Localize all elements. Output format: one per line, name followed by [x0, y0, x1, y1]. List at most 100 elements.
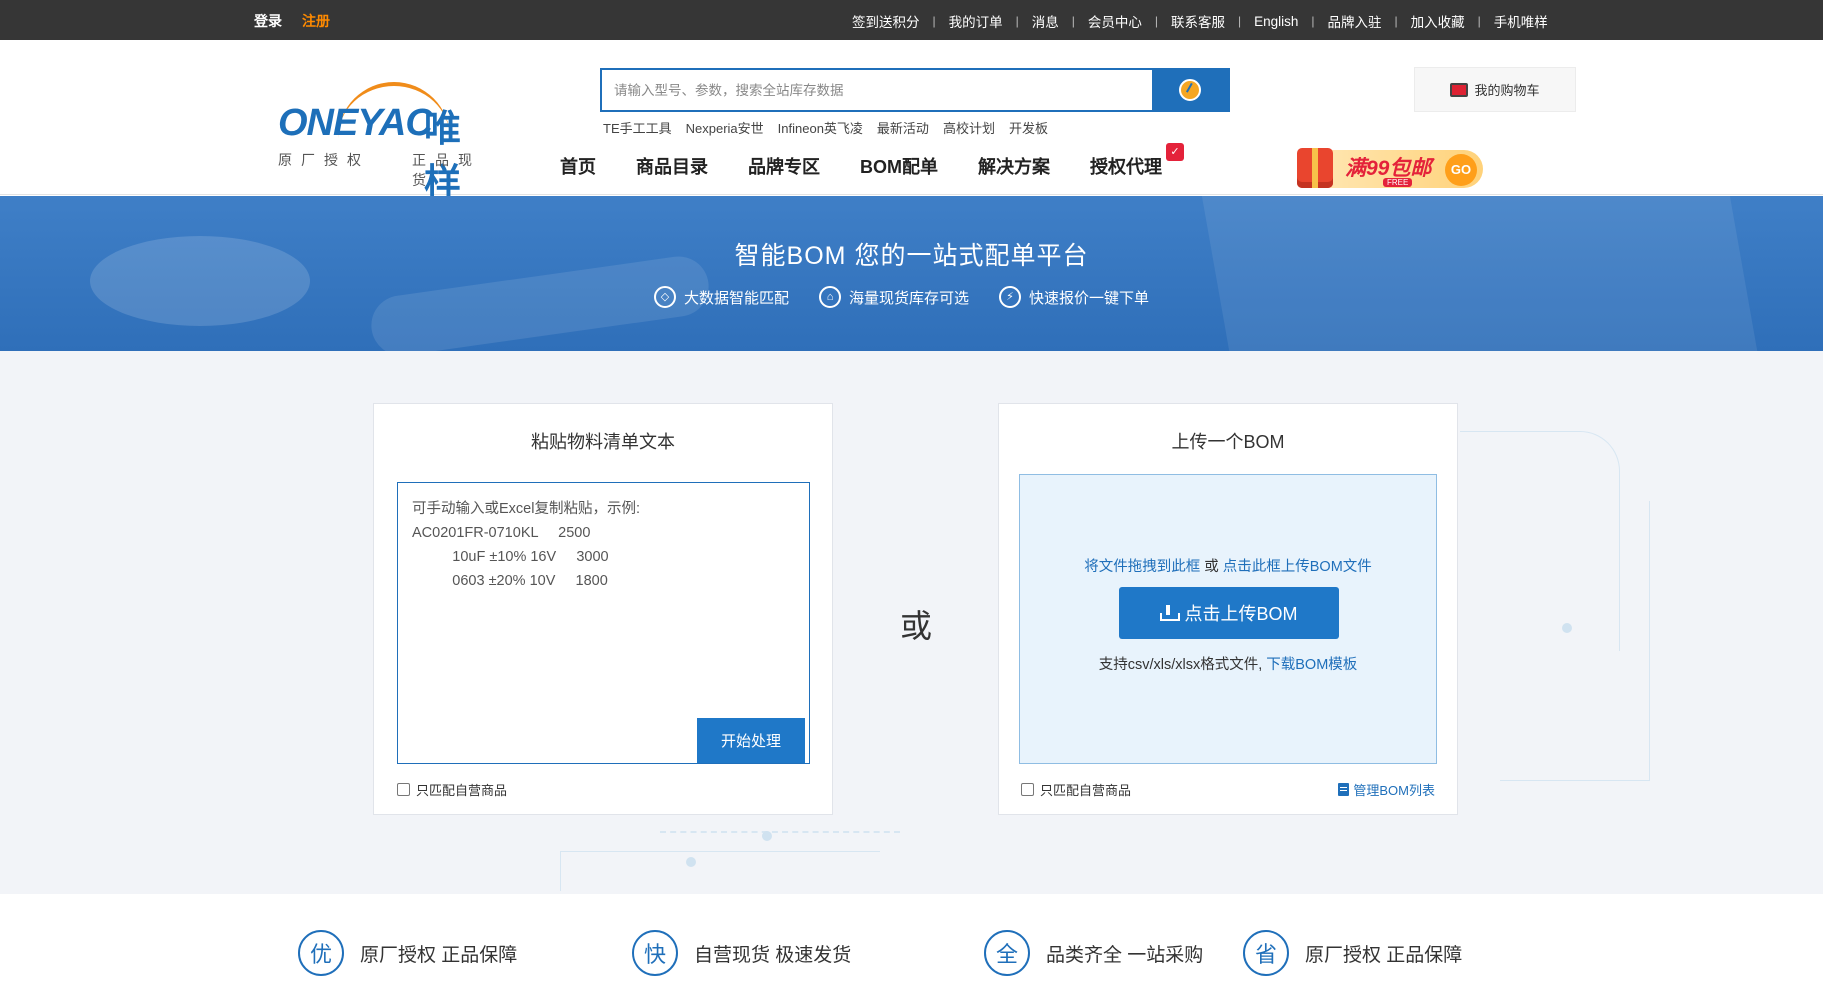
guarantee-item: 全 品类齐全 一站采购	[984, 930, 1203, 976]
hot-word[interactable]: 高校计划	[943, 118, 995, 137]
fast-icon: 快	[632, 930, 678, 976]
separator: |	[1071, 14, 1075, 28]
bom-dropzone[interactable]: 将文件拖拽到此框 或 点击此框上传BOM文件 点击上传BOM 支持csv/xls…	[1019, 474, 1437, 764]
slogan-right: 正品现货	[412, 152, 481, 188]
top-links: 签到送积分 | 我的订单 | 消息 | 会员中心 | 联系客服 | Englis…	[852, 11, 1548, 31]
checkin-link[interactable]: 签到送积分	[852, 11, 920, 31]
nav-authorized-agent-label: 授权代理	[1090, 157, 1162, 177]
manage-bom-link[interactable]: 管理BOM列表	[1338, 780, 1435, 799]
or-text: 或	[1200, 559, 1223, 575]
format-hint: 支持csv/xls/xlsx格式文件, 下载BOM模板	[1020, 653, 1436, 674]
self-operated-checkbox[interactable]: 只匹配自营商品	[397, 780, 507, 799]
add-favorite-link[interactable]: 加入收藏	[1411, 11, 1465, 31]
gift-icon	[1297, 148, 1333, 188]
hot-word[interactable]: Nexperia安世	[686, 118, 764, 137]
separator: |	[1394, 14, 1398, 28]
click-upload-link[interactable]: 点击此框上传BOM文件	[1223, 559, 1372, 575]
checkbox-label: 只匹配自营商品	[1040, 783, 1132, 798]
checkbox-label: 只匹配自营商品	[416, 783, 508, 798]
register-link[interactable]: 注册	[302, 11, 330, 31]
complete-icon: 全	[984, 930, 1030, 976]
separator: |	[1311, 14, 1315, 28]
hero-banner: 智能BOM 您的一站式配单平台 ◇ 大数据智能匹配 ⌂ 海量现货库存可选 ⚡ 快…	[0, 196, 1823, 351]
hot-words: TE手工工具 Nexperia安世 Infineon英飞凌 最新活动 高校计划 …	[603, 118, 1048, 137]
guarantee-label: 原厂授权 正品保障	[360, 944, 518, 966]
slogan-left: 原厂授权	[278, 152, 370, 168]
upload-bom-panel: 上传一个BOM 将文件拖拽到此框 或 点击此框上传BOM文件 点击上传BOM 支…	[998, 403, 1458, 815]
nav-catalog[interactable]: 商品目录	[636, 153, 708, 179]
separator: |	[1015, 14, 1019, 28]
cart-icon	[1450, 82, 1469, 97]
my-orders-link[interactable]: 我的订单	[949, 11, 1003, 31]
nav-brands[interactable]: 品牌专区	[748, 153, 820, 179]
paste-panel-title: 粘贴物料清单文本	[531, 432, 675, 452]
top-bar: 登录 注册 签到送积分 | 我的订单 | 消息 | 会员中心 | 联系客服 | …	[0, 0, 1823, 40]
hot-word[interactable]: TE手工工具	[603, 118, 672, 137]
warehouse-icon: ⌂	[819, 286, 842, 308]
save-icon: 省	[1243, 930, 1289, 976]
start-process-button[interactable]: 开始处理	[697, 718, 805, 763]
hot-word[interactable]: Infineon英飞凌	[778, 118, 863, 137]
logo-text: ONEYAC	[278, 102, 433, 144]
quality-icon: 优	[298, 930, 344, 976]
promo-free: FREE	[1383, 178, 1413, 187]
checkbox-box[interactable]	[397, 783, 410, 796]
upload-bom-button[interactable]: 点击上传BOM	[1119, 587, 1339, 639]
download-template-link[interactable]: 下载BOM模板	[1266, 657, 1357, 673]
login-link[interactable]: 登录	[254, 11, 282, 31]
search-icon	[1179, 79, 1201, 101]
banner-features: ◇ 大数据智能匹配 ⌂ 海量现货库存可选 ⚡ 快速报价一键下单	[654, 286, 1149, 308]
contact-service-link[interactable]: 联系客服	[1171, 11, 1225, 31]
shield-badge-icon: ✓	[1166, 143, 1184, 161]
nav-bom[interactable]: BOM配单	[860, 153, 938, 179]
feature-item: ⌂ 海量现货库存可选	[819, 286, 969, 308]
guarantee-item: 快 自营现货 极速发货	[632, 930, 851, 976]
or-divider: 或	[900, 608, 933, 644]
cart-label: 我的购物车	[1474, 83, 1540, 98]
header: ONEYAC 唯样 原厂授权 正品现货 TE手工工具 Nexperia安世 In…	[0, 40, 1823, 203]
brand-join-link[interactable]: 品牌入驻	[1328, 11, 1382, 31]
feature-item: ⚡ 快速报价一键下单	[999, 286, 1149, 308]
self-operated-checkbox[interactable]: 只匹配自营商品	[1021, 780, 1131, 799]
paste-bom-panel: 粘贴物料清单文本 可手动输入或Excel复制粘贴，示例: AC0201FR-07…	[373, 403, 833, 815]
separator: |	[1154, 14, 1158, 28]
guarantee-item: 优 原厂授权 正品保障	[298, 930, 517, 976]
feature-item: ◇ 大数据智能匹配	[654, 286, 789, 308]
service-guarantees: 优 原厂授权 正品保障 快 自营现货 极速发货 全 品类齐全 一站采购 省 原厂…	[0, 894, 1823, 988]
cart-button[interactable]: 我的购物车	[1414, 67, 1576, 112]
nav-authorized-agent[interactable]: 授权代理 ✓	[1090, 143, 1184, 179]
separator: |	[1477, 14, 1481, 28]
feature-label: 海量现货库存可选	[849, 289, 970, 307]
free-shipping-banner[interactable]: 满99包邮 FREE GO	[1293, 142, 1485, 192]
drag-text: 将文件拖拽到此框	[1084, 559, 1201, 575]
hot-word[interactable]: 最新活动	[877, 118, 929, 137]
nav-home[interactable]: 首页	[560, 153, 596, 179]
hot-word[interactable]: 开发板	[1009, 118, 1048, 137]
member-center-link[interactable]: 会员中心	[1088, 11, 1142, 31]
circuit-decoration	[560, 851, 880, 891]
english-link[interactable]: English	[1254, 14, 1298, 29]
guarantee-item: 省 原厂授权 正品保障	[1243, 930, 1462, 976]
circuit-decoration	[660, 831, 900, 833]
banner-decoration	[1201, 196, 1759, 351]
bom-main: 粘贴物料清单文本 可手动输入或Excel复制粘贴，示例: AC0201FR-07…	[0, 351, 1823, 894]
messages-link[interactable]: 消息	[1032, 11, 1059, 31]
search-input[interactable]	[602, 70, 1152, 110]
site-logo[interactable]: ONEYAC 唯样 原厂授权 正品现货	[278, 66, 498, 203]
format-text: 支持csv/xls/xlsx格式文件,	[1098, 657, 1267, 673]
banner-title: 智能BOM 您的一站式配单平台	[734, 242, 1089, 270]
promo-go-button[interactable]: GO	[1445, 154, 1477, 186]
search-button[interactable]	[1152, 70, 1228, 110]
checkbox-box[interactable]	[1021, 783, 1034, 796]
document-icon	[1338, 783, 1350, 796]
nav-solutions[interactable]: 解决方案	[978, 153, 1050, 179]
upload-panel-title: 上传一个BOM	[1171, 432, 1285, 452]
lightning-icon: ⚡	[999, 286, 1022, 308]
circuit-dot	[762, 831, 772, 841]
mobile-link[interactable]: 手机唯样	[1494, 11, 1548, 31]
circuit-decoration	[1500, 501, 1650, 781]
separator: |	[1238, 14, 1242, 28]
guarantee-label: 品类齐全 一站采购	[1046, 944, 1204, 966]
guarantee-label: 原厂授权 正品保障	[1305, 944, 1463, 966]
upload-icon	[1160, 605, 1181, 621]
